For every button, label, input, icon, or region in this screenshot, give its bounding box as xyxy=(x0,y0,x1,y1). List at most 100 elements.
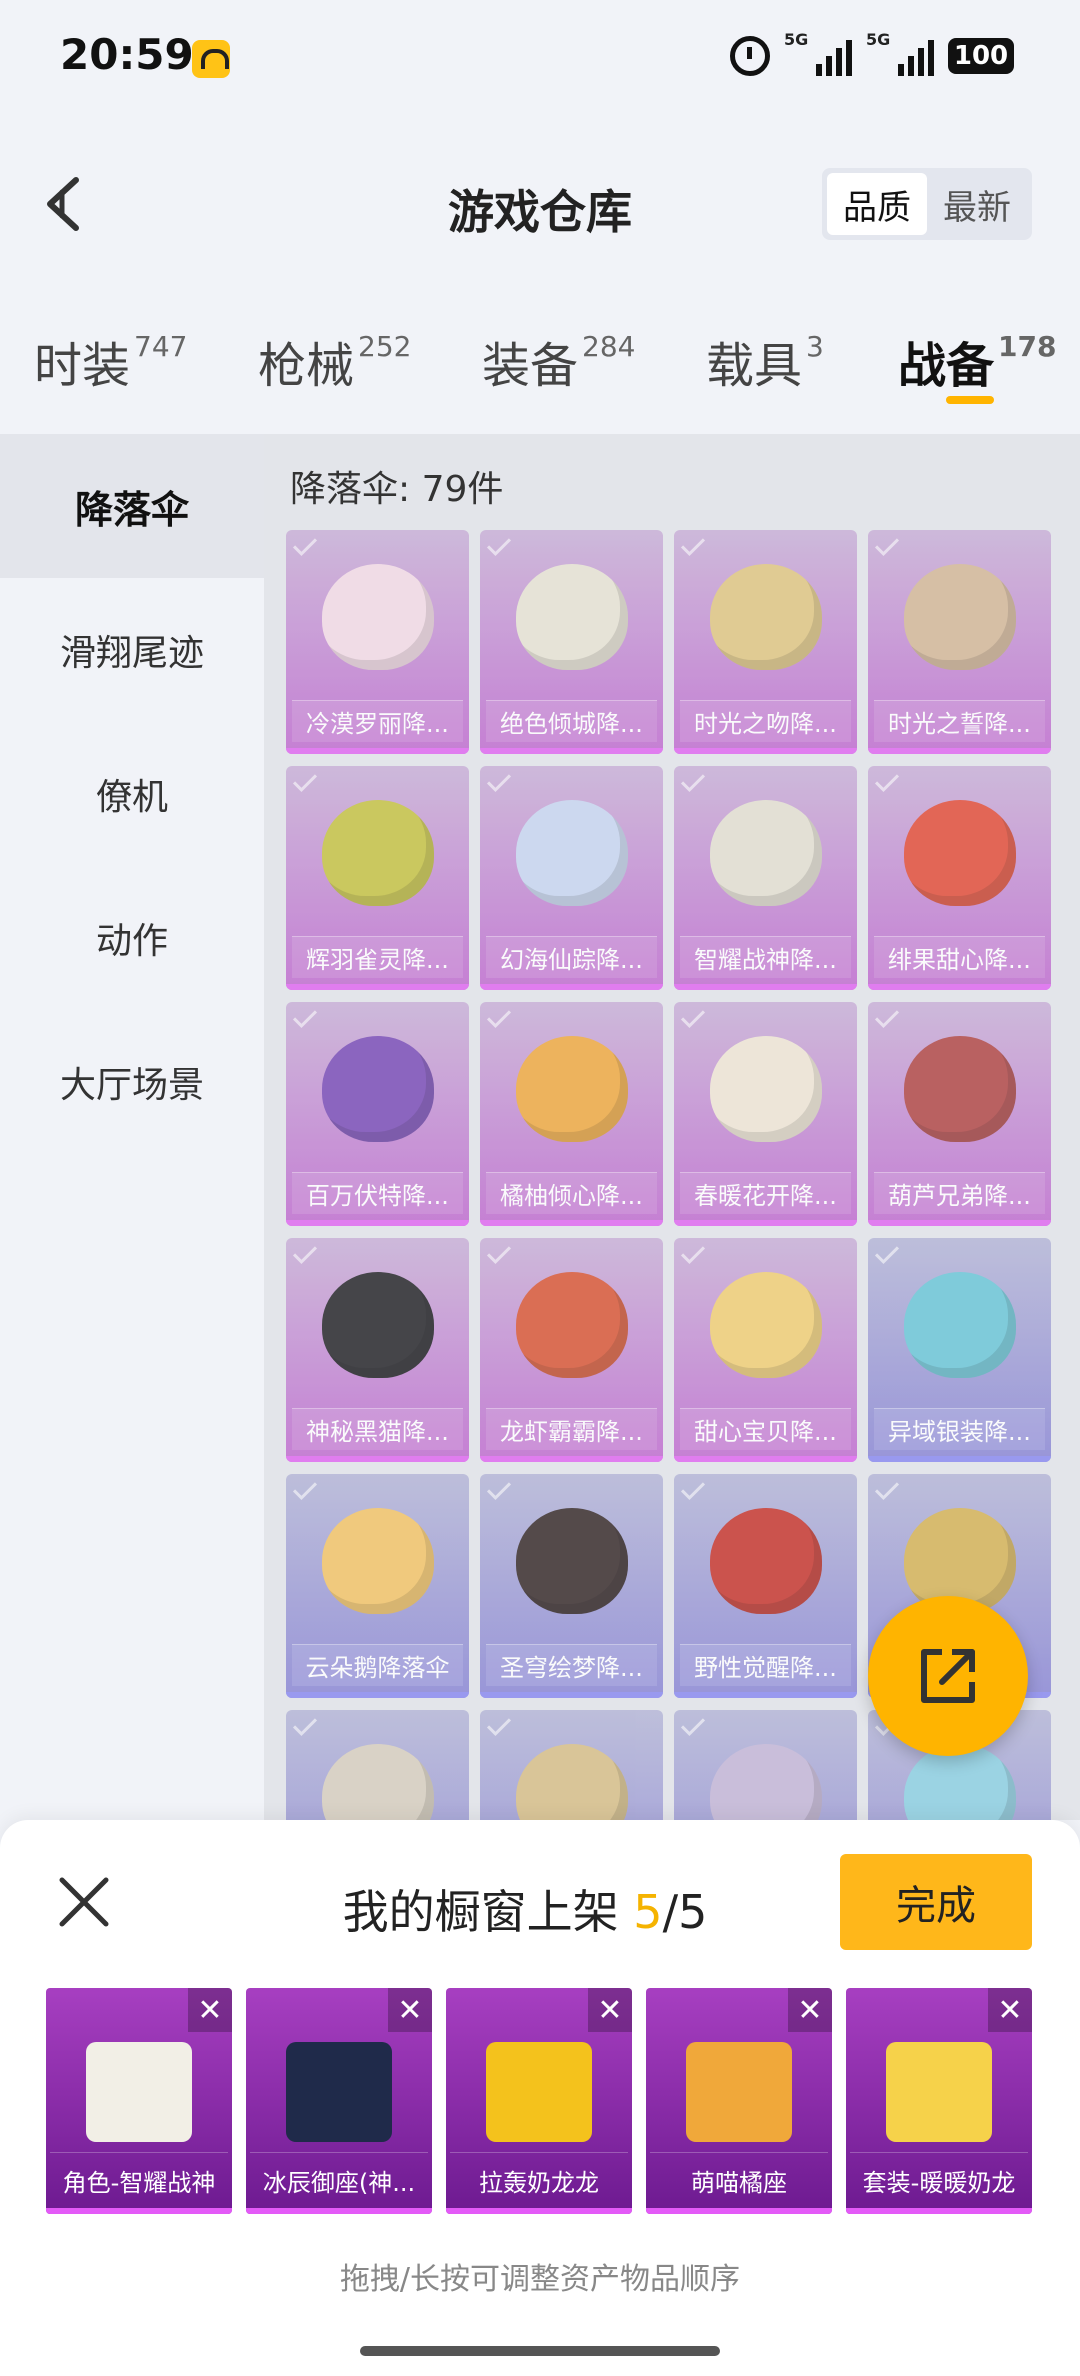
parachute-card[interactable]: 春暖花开降... xyxy=(674,1002,857,1226)
parachute-card[interactable]: 时光之誓降... xyxy=(868,530,1051,754)
tab-label: 载具 xyxy=(706,338,803,394)
parachute-card[interactable]: 绯果甜心降... xyxy=(868,766,1051,990)
parachute-card[interactable]: 智耀战神降... xyxy=(674,766,857,990)
home-indicator[interactable] xyxy=(360,2346,720,2356)
parachute-image xyxy=(904,564,1016,670)
status-bar: 20:59 5G 5G 100 xyxy=(0,0,1080,120)
parachute-card[interactable]: 甜心宝贝降... xyxy=(674,1238,857,1462)
sidebar-item-wingman[interactable]: 僚机 xyxy=(0,722,264,866)
showcase-item[interactable]: ✕ 拉轰奶龙龙 xyxy=(446,1988,632,2214)
parachute-image xyxy=(710,800,822,906)
sidebar: 降落伞 滑翔尾迹 僚机 动作 大厅场景 xyxy=(0,434,264,1820)
checkmark-icon xyxy=(292,1239,318,1265)
parachute-image xyxy=(710,1272,822,1378)
parachute-card[interactable]: 时光之吻降... xyxy=(674,530,857,754)
parachute-card[interactable]: 神秘黑猫降... xyxy=(286,1238,469,1462)
parachute-card[interactable]: 橘柚倾心降... xyxy=(480,1002,663,1226)
parachute-name: 甜心宝贝降... xyxy=(680,1408,851,1450)
remove-icon[interactable]: ✕ xyxy=(188,1988,232,2032)
parachute-card[interactable]: 幻海仙踪降... xyxy=(480,766,663,990)
parachute-name: 异域银装降... xyxy=(874,1408,1045,1450)
parachute-card[interactable]: 绝色倾城降... xyxy=(480,530,663,754)
parachute-card[interactable]: 圣穹绘梦降... xyxy=(480,1474,663,1698)
item-count-label: 降落伞: 79件 xyxy=(290,469,504,510)
tab-fashion[interactable]: 时装 747 xyxy=(34,326,187,396)
tab-count: 178 xyxy=(998,330,1057,363)
parachute-image xyxy=(516,800,628,906)
showcase-item[interactable]: ✕ 萌喵橘座 xyxy=(646,1988,832,2214)
showcase-item[interactable]: ✕ 套装-暖暖奶龙 xyxy=(846,1988,1032,2214)
parachute-image xyxy=(322,800,434,906)
parachute-image xyxy=(904,1036,1016,1142)
tab-label: 装备 xyxy=(482,338,579,394)
sidebar-item-lobby-scene[interactable]: 大厅场景 xyxy=(0,1010,264,1154)
category-tabs: 时装 747 枪械 252 装备 284 载具 3 战备 178 xyxy=(0,310,1080,430)
parachute-name: 神秘黑猫降... xyxy=(292,1408,463,1450)
parachute-card[interactable] xyxy=(674,1710,857,1820)
sidebar-item-emote[interactable]: 动作 xyxy=(0,866,264,1010)
tab-label: 时装 xyxy=(34,338,131,394)
checkmark-icon xyxy=(292,1475,318,1501)
parachute-image xyxy=(904,1744,1016,1820)
tab-label: 战备 xyxy=(898,338,995,394)
parachute-name: 绯果甜心降... xyxy=(874,936,1045,978)
parachute-image xyxy=(322,1272,434,1378)
showcase-item-name: 萌喵橘座 xyxy=(650,2152,828,2198)
parachute-card[interactable]: 辉羽雀灵降... xyxy=(286,766,469,990)
showcase-item[interactable]: ✕ 角色-智耀战神 xyxy=(46,1988,232,2214)
parachute-card[interactable]: 云朵鹅降落伞 xyxy=(286,1474,469,1698)
sort-toggle: 品质 最新 xyxy=(822,168,1032,240)
tab-guns[interactable]: 枪械 252 xyxy=(258,326,411,396)
checkmark-icon xyxy=(486,767,512,793)
parachute-image xyxy=(516,564,628,670)
parachute-image xyxy=(710,1508,822,1614)
parachute-card[interactable]: 龙虾霸霸降... xyxy=(480,1238,663,1462)
parachute-card[interactable]: 野性觉醒降... xyxy=(674,1474,857,1698)
checkmark-icon xyxy=(874,1475,900,1501)
parachute-name: 幻海仙踪降... xyxy=(486,936,657,978)
showcase-item[interactable]: ✕ 冰辰御座(神... xyxy=(246,1988,432,2214)
parachute-name: 时光之誓降... xyxy=(874,700,1045,742)
parachute-name: 春暖花开降... xyxy=(680,1172,851,1214)
parachute-card[interactable]: 异域银装降... xyxy=(868,1238,1051,1462)
showcase-item-name: 角色-智耀战神 xyxy=(50,2152,228,2198)
header: 游戏仓库 品质 最新 xyxy=(0,150,1080,260)
checkmark-icon xyxy=(680,531,706,557)
showcase-list: ✕ 角色-智耀战神 ✕ 冰辰御座(神... ✕ 拉轰奶龙龙 ✕ 萌喵橘座 ✕ 套装-暖暖奶龙 xyxy=(46,1988,1032,2214)
sort-option-quality[interactable]: 品质 xyxy=(827,173,927,235)
remove-icon[interactable]: ✕ xyxy=(388,1988,432,2032)
parachute-image xyxy=(904,1272,1016,1378)
remove-icon[interactable]: ✕ xyxy=(588,1988,632,2032)
showcase-item-image xyxy=(686,2042,792,2142)
parachute-image xyxy=(322,564,434,670)
tab-count: 252 xyxy=(358,330,412,363)
parachute-card[interactable] xyxy=(480,1710,663,1820)
remove-icon[interactable]: ✕ xyxy=(988,1988,1032,2032)
showcase-title-text: 我的橱窗上架 xyxy=(342,1885,634,1939)
checkmark-icon xyxy=(486,1239,512,1265)
parachute-card[interactable] xyxy=(286,1710,469,1820)
parachute-name: 野性觉醒降... xyxy=(680,1644,851,1686)
tab-count: 747 xyxy=(134,330,188,363)
parachute-card[interactable]: 冷漠罗丽降... xyxy=(286,530,469,754)
share-button[interactable] xyxy=(868,1596,1028,1756)
checkmark-icon xyxy=(292,1003,318,1029)
checkmark-icon xyxy=(680,1711,706,1737)
done-button[interactable]: 完成 xyxy=(840,1854,1032,1950)
tab-vehicles[interactable]: 载具 3 xyxy=(706,326,824,396)
remove-icon[interactable]: ✕ xyxy=(788,1988,832,2032)
checkmark-icon xyxy=(680,1239,706,1265)
sort-option-latest[interactable]: 最新 xyxy=(927,173,1027,235)
checkmark-icon xyxy=(292,531,318,557)
parachute-name: 辉羽雀灵降... xyxy=(292,936,463,978)
sidebar-item-glide-trail[interactable]: 滑翔尾迹 xyxy=(0,578,264,722)
tab-equipment[interactable]: 装备 284 xyxy=(482,326,635,396)
parachute-name: 智耀战神降... xyxy=(680,936,851,978)
tab-tactical[interactable]: 战备 178 xyxy=(898,326,1056,396)
parachute-card[interactable]: 百万伏特降... xyxy=(286,1002,469,1226)
checkmark-icon xyxy=(486,1711,512,1737)
parachute-card[interactable]: 葫芦兄弟降... xyxy=(868,1002,1051,1226)
showcase-count-total: 5 xyxy=(678,1885,708,1939)
sidebar-item-parachute[interactable]: 降落伞 xyxy=(0,434,264,578)
signal-label: 5G xyxy=(866,30,891,49)
